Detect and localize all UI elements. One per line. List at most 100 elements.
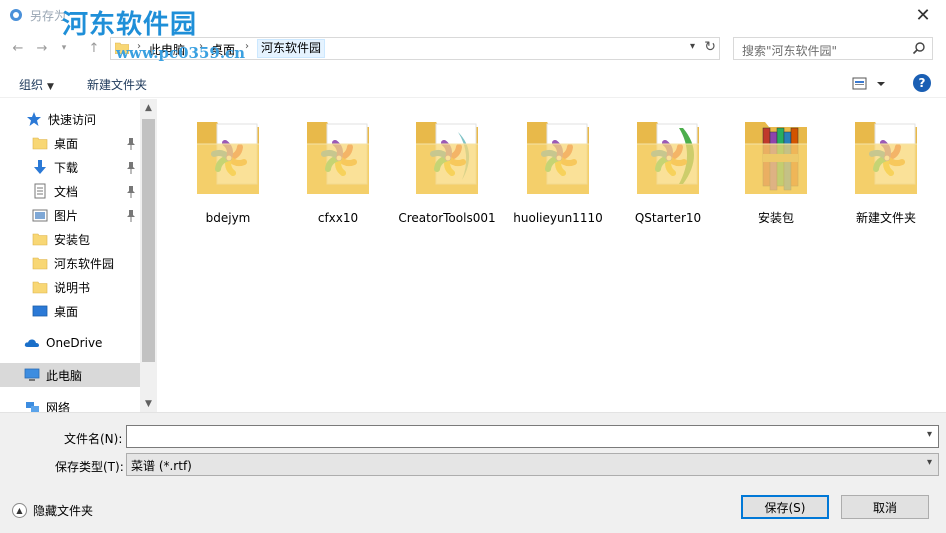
computer-icon [24, 367, 40, 383]
folder-icon [637, 122, 699, 194]
file-item[interactable]: QStarter10 [613, 114, 723, 244]
folder-icon [32, 279, 48, 295]
close-button[interactable]: ✕ [900, 0, 946, 30]
desktop-icon [32, 303, 48, 319]
file-item[interactable]: bdejym [173, 114, 283, 244]
folder-icon [197, 122, 259, 194]
nav-network[interactable]: 网络 [0, 395, 140, 412]
star-icon [26, 111, 42, 127]
address-dropdown-icon[interactable]: ▾ [690, 41, 695, 52]
app-icon [10, 9, 22, 21]
filetype-value: 菜谱 (*.rtf) [131, 459, 192, 473]
hide-folders-toggle[interactable]: ▲ 隐藏文件夹 [12, 502, 93, 519]
breadcrumb-separator-icon: › [245, 41, 249, 52]
save-button[interactable]: 保存(S) [741, 495, 829, 519]
back-arrow-icon: ← [12, 40, 24, 56]
caret-down-icon: ▼ [47, 82, 54, 92]
nav-scrollbar[interactable]: ▲ ▼ [140, 99, 157, 412]
filetype-select[interactable]: 菜谱 (*.rtf) ▾ [126, 453, 939, 476]
chevron-up-icon: ▲ [12, 503, 27, 518]
title-bar: 另存为 河东软件园 ✕ [0, 0, 946, 40]
search-icon[interactable] [912, 41, 926, 55]
file-item[interactable]: huolieyun1110 [503, 114, 613, 244]
nav-item-pictures[interactable]: 图片 [0, 203, 140, 227]
pin-icon[interactable] [127, 138, 135, 150]
cancel-button[interactable]: 取消 [841, 495, 929, 519]
file-name: 新建文件夹 [855, 211, 916, 225]
folder-icon [416, 122, 478, 194]
network-icon [24, 399, 40, 412]
command-toolbar: 组织 ▼ 新建文件夹 ? [0, 70, 946, 98]
up-arrow-icon: ↑ [88, 40, 100, 56]
file-item[interactable]: 安装包 [721, 114, 831, 244]
navigation-pane: 快速访问 桌面 下载 文档 图片 安装包 河东软件园 说明书 桌面 OneDri… [0, 99, 158, 412]
file-item[interactable]: CreatorTools001 [392, 114, 502, 244]
back-button[interactable]: ← [8, 38, 28, 58]
nav-item-hedong[interactable]: 河东软件园 [0, 251, 140, 275]
pin-icon[interactable] [127, 210, 135, 222]
nav-item-manual[interactable]: 说明书 [0, 275, 140, 299]
nav-onedrive-label: OneDrive [46, 336, 103, 350]
nav-network-label: 网络 [46, 400, 71, 413]
nav-this-pc-label: 此电脑 [46, 368, 83, 383]
folder-icon [855, 122, 917, 194]
filename-input[interactable]: ▾ [126, 425, 939, 448]
nav-quick-access-label: 快速访问 [48, 112, 97, 127]
folder-icon [32, 231, 48, 247]
file-item[interactable]: 新建文件夹 [831, 114, 941, 244]
nav-item-label: 河东软件园 [54, 256, 115, 271]
pin-icon[interactable] [127, 186, 135, 198]
scroll-down-icon[interactable]: ▼ [140, 395, 157, 412]
help-icon[interactable]: ? [913, 74, 931, 92]
nav-item-label: 说明书 [54, 280, 91, 295]
folder-icon [527, 122, 589, 194]
nav-item-label: 下载 [54, 160, 79, 175]
hide-folders-label: 隐藏文件夹 [33, 504, 94, 518]
nav-item-desktop[interactable]: 桌面 [0, 131, 140, 155]
folder-icon [745, 122, 807, 194]
scroll-up-icon[interactable]: ▲ [140, 99, 157, 116]
scroll-thumb[interactable] [142, 119, 155, 362]
pin-icon[interactable] [127, 162, 135, 174]
nav-this-pc[interactable]: 此电脑 [0, 363, 140, 387]
nav-item-desktop-2[interactable]: 桌面 [0, 299, 140, 323]
nav-item-documents[interactable]: 文档 [0, 179, 140, 203]
download-arrow-icon [32, 159, 48, 175]
nav-item-label: 图片 [54, 208, 79, 223]
search-box[interactable]: 搜索"河东软件园" [733, 37, 933, 60]
nav-onedrive[interactable]: OneDrive [0, 331, 140, 355]
up-button[interactable]: ↑ [84, 38, 104, 58]
organize-label: 组织 [19, 78, 44, 92]
nav-item-downloads[interactable]: 下载 [0, 155, 140, 179]
nav-quick-access[interactable]: 快速访问 [0, 107, 140, 131]
filename-label: 文件名(N): [64, 432, 123, 446]
cloud-icon [24, 335, 40, 351]
filetype-label: 保存类型(T): [55, 460, 124, 474]
nav-item-label: 桌面 [54, 136, 79, 151]
view-options-button[interactable] [851, 76, 891, 92]
file-name: bdejym [205, 211, 251, 225]
chevron-down-icon: ▾ [61, 43, 67, 53]
folder-icon [32, 135, 48, 151]
save-form: 文件名(N): ▾ 保存类型(T): 菜谱 (*.rtf) ▾ ▲ 隐藏文件夹 … [0, 412, 946, 533]
new-folder-button[interactable]: 新建文件夹 [87, 76, 147, 93]
nav-item-install-packages[interactable]: 安装包 [0, 227, 140, 251]
recent-locations-button[interactable]: ▾ [54, 38, 74, 58]
chevron-down-icon[interactable]: ▾ [927, 457, 932, 468]
refresh-icon[interactable]: ↻ [704, 39, 716, 55]
chevron-down-icon[interactable]: ▾ [927, 429, 932, 440]
nav-item-label: 桌面 [54, 304, 79, 319]
forward-button[interactable]: → [32, 38, 52, 58]
file-name: 安装包 [757, 211, 794, 225]
forward-arrow-icon: → [36, 40, 48, 56]
folder-icon [32, 255, 48, 271]
organize-button[interactable]: 组织 ▼ [19, 76, 54, 93]
window-title: 另存为 [30, 9, 67, 23]
file-item[interactable]: cfxx10 [283, 114, 393, 244]
file-name: huolieyun1110 [513, 211, 603, 225]
view-icon [852, 77, 885, 90]
search-input[interactable]: 搜索"河东软件园" [742, 42, 837, 59]
file-list: bdejym cfxx10 CreatorTools001 huolieyun1… [158, 99, 946, 412]
watermark-url: www.pc0359.cn [116, 44, 246, 62]
breadcrumb-current-folder[interactable]: 河东软件园 [257, 39, 326, 58]
